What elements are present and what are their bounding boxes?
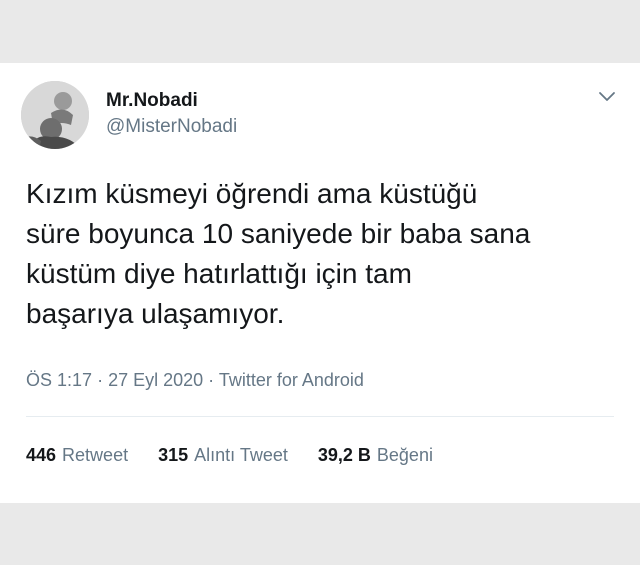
quote-tweet-count: 315 <box>158 445 189 465</box>
like-count: 39,2 B <box>317 445 371 465</box>
meta-separator: · <box>97 370 104 390</box>
retweet-stat[interactable]: 446 Retweet <box>26 445 128 466</box>
author-handle[interactable]: @MisterNobadi <box>106 116 237 138</box>
quote-tweet-label: Alıntı Tweet <box>194 445 288 465</box>
avatar[interactable] <box>21 81 89 149</box>
retweet-count: 446 <box>26 445 57 465</box>
retweet-label: Retweet <box>62 445 129 465</box>
divider <box>26 416 614 417</box>
quote-tweet-stat[interactable]: 315 Alıntı Tweet <box>158 445 288 466</box>
tweet-card: Mr.Nobadi @MisterNobadi Kızım küsmeyi öğ… <box>0 63 640 503</box>
chevron-down-icon[interactable] <box>595 87 619 107</box>
meta-separator: · <box>208 370 215 390</box>
like-stat[interactable]: 39,2 B Beğeni <box>318 445 433 466</box>
author-name[interactable]: Mr.Nobadi <box>106 90 198 112</box>
like-label: Beğeni <box>376 445 433 465</box>
avatar-image <box>21 81 89 149</box>
tweet-text: Kızım küsmeyi öğrendi ama küstüğü süre b… <box>26 174 626 334</box>
tweet-meta: ÖS 1:17 · 27 Eyl 2020 · Twitter for Andr… <box>26 370 364 391</box>
tweet-text-line: küstüm diye hatırlattığı için tam <box>26 258 412 289</box>
tweet-text-line: Kızım küsmeyi öğrendi ama küstüğü <box>26 178 478 209</box>
tweet-text-line: başarıya ulaşamıyor. <box>26 298 285 329</box>
tweet-text-line: süre boyunca 10 saniyede bir baba sana <box>26 218 531 249</box>
tweet-source[interactable]: Twitter for Android <box>219 370 364 390</box>
tweet-stats: 446 Retweet 315 Alıntı Tweet 39,2 B Beğeni <box>26 445 433 466</box>
tweet-time[interactable]: ÖS 1:17 <box>26 370 92 390</box>
tweet-date[interactable]: 27 Eyl 2020 <box>108 370 203 390</box>
